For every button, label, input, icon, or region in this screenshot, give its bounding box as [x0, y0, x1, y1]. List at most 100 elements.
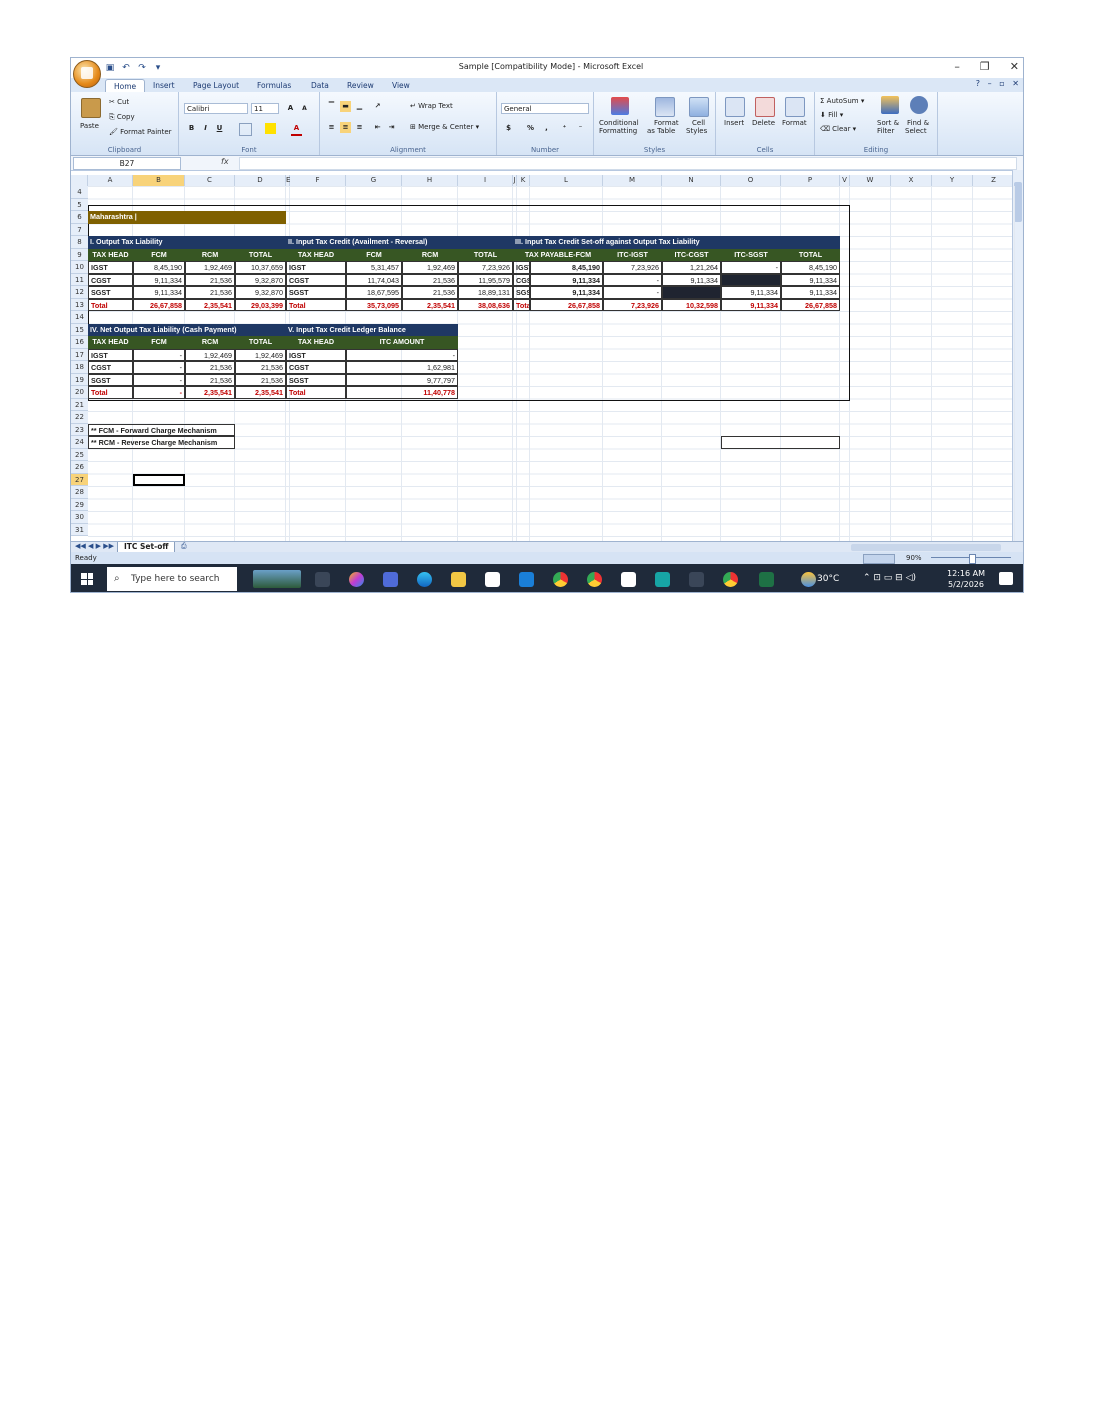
row-header[interactable]: 7	[71, 223, 88, 236]
t3-cell[interactable]: 9,11,334	[721, 298, 781, 311]
t1-cell[interactable]: 9,11,334	[133, 273, 185, 286]
t4-cell[interactable]: 2,35,541	[185, 386, 235, 399]
t5-cell[interactable]: 9,77,797	[346, 373, 458, 386]
column-header[interactable]: V	[840, 175, 850, 186]
chrome-icon[interactable]	[553, 572, 568, 587]
format-as-table-button[interactable]: Format	[654, 119, 679, 127]
increase-decimal-icon[interactable]: ⁺	[559, 123, 570, 134]
insert-sheet-icon[interactable]: ⎙	[181, 542, 187, 551]
clear-button[interactable]: ⌫ Clear ▾	[820, 125, 856, 133]
column-header[interactable]: D	[235, 175, 286, 186]
align-top-icon[interactable]: ▔	[326, 101, 337, 112]
row-header[interactable]: 23	[71, 423, 88, 436]
t1-cell[interactable]: 9,32,870	[235, 286, 286, 299]
bold-button[interactable]: B	[186, 123, 197, 134]
t2-cell[interactable]: 18,67,595	[346, 286, 402, 299]
t1-cell[interactable]: 8,45,190	[133, 261, 185, 274]
cell-styles-icon[interactable]	[689, 97, 709, 117]
t4-cell[interactable]: 2,35,541	[235, 386, 286, 399]
copilot-icon[interactable]	[349, 572, 364, 587]
column-header[interactable]: Z	[973, 175, 1015, 186]
row-header[interactable]: 5	[71, 198, 88, 211]
weather-temperature[interactable]: 30°C	[817, 574, 839, 584]
t2-cell[interactable]: SGST	[286, 286, 346, 299]
row-header[interactable]: 21	[71, 398, 88, 411]
t2-title[interactable]: II. Input Tax Credit (Availment - Revers…	[286, 236, 513, 249]
close-icon[interactable]: ✕	[1010, 60, 1019, 73]
name-box[interactable]: B27	[73, 157, 181, 170]
help-icon[interactable]: ?	[976, 79, 980, 88]
t1-header[interactable]: TOTAL	[235, 248, 286, 261]
t1-cell[interactable]: CGST	[88, 273, 133, 286]
t2-cell[interactable]: 21,536	[402, 273, 458, 286]
t4-header[interactable]: TOTAL	[235, 336, 286, 349]
chrome-alt-icon[interactable]	[723, 572, 738, 587]
t3-title[interactable]: III. Input Tax Credit Set-off against Ou…	[513, 236, 840, 249]
row-header[interactable]: 9	[71, 248, 88, 261]
format-as-table-icon[interactable]	[655, 97, 675, 117]
t4-cell[interactable]: -	[133, 348, 185, 361]
customize-qat-icon[interactable]: ▾	[153, 63, 163, 73]
borders-icon[interactable]	[239, 123, 252, 136]
row-header[interactable]: 6	[71, 211, 88, 224]
currency-button[interactable]: $	[503, 123, 514, 134]
column-header[interactable]: A	[88, 175, 133, 186]
note-fcm[interactable]: ** FCM - Forward Charge Mechanism	[88, 423, 235, 436]
font-color-icon[interactable]: A	[291, 123, 302, 136]
row-header[interactable]: 30	[71, 511, 88, 524]
t3-cell[interactable]: CGST	[513, 273, 530, 286]
t2-cell[interactable]: Total	[286, 298, 346, 311]
t4-cell[interactable]: -	[133, 361, 185, 374]
row-header[interactable]: 20	[71, 386, 88, 399]
t4-cell[interactable]: Total	[88, 386, 133, 399]
tab-data[interactable]: Data	[303, 79, 337, 92]
t4-header[interactable]: TAX HEAD	[88, 336, 133, 349]
t3-cell[interactable]: Total	[513, 298, 530, 311]
row-header[interactable]: 15	[71, 323, 88, 336]
t1-header[interactable]: TAX HEAD	[88, 248, 133, 261]
paste-button[interactable]: Paste	[80, 122, 99, 130]
t3-cell[interactable]: 8,45,190	[781, 261, 840, 274]
horizontal-scrollbar[interactable]	[851, 544, 1001, 551]
row-header[interactable]: 29	[71, 498, 88, 511]
vertical-scroll-thumb[interactable]	[1014, 182, 1022, 222]
edge-icon[interactable]	[417, 572, 432, 587]
italic-button[interactable]: I	[200, 123, 211, 134]
format-cells-icon[interactable]	[785, 97, 805, 117]
t3-cell[interactable]: 9,11,334	[721, 286, 781, 299]
wrap-text-button[interactable]: ↵ Wrap Text	[410, 102, 453, 110]
t1-header[interactable]: FCM	[133, 248, 185, 261]
formula-input[interactable]	[239, 157, 1017, 170]
t4-cell[interactable]: 1,92,469	[235, 348, 286, 361]
search-highlight-image[interactable]	[253, 570, 301, 588]
conditional-formatting-button-2[interactable]: Formatting	[599, 127, 637, 135]
t1-cell[interactable]: 2,35,541	[185, 298, 235, 311]
t2-cell[interactable]: CGST	[286, 273, 346, 286]
t3-header[interactable]: ITC-IGST	[603, 248, 662, 261]
task-view-icon[interactable]	[315, 572, 330, 587]
active-cell-b27[interactable]	[133, 473, 185, 486]
tab-page-layout[interactable]: Page Layout	[185, 79, 247, 92]
t2-cell[interactable]: 11,95,579	[458, 273, 513, 286]
t3-cell[interactable]: 7,23,926	[603, 298, 662, 311]
row-header[interactable]: 12	[71, 286, 88, 299]
t5-cell[interactable]: IGST	[286, 348, 346, 361]
ribbon-minimize-icon[interactable]: –	[988, 79, 992, 88]
column-header[interactable]: L	[530, 175, 603, 186]
row-header[interactable]: 22	[71, 411, 88, 424]
row-header[interactable]: 4	[71, 186, 88, 199]
empty-bordered-cell[interactable]	[721, 436, 840, 449]
t1-cell[interactable]: SGST	[88, 286, 133, 299]
cell-styles-button-2[interactable]: Styles	[686, 127, 707, 135]
align-middle-icon[interactable]: ▬	[340, 101, 351, 112]
t5-header[interactable]: TAX HEAD	[286, 336, 346, 349]
tab-home[interactable]: Home	[105, 79, 146, 93]
t5-header[interactable]: ITC AMOUNT	[346, 336, 458, 349]
font-name-select[interactable]: Calibri	[184, 103, 248, 114]
row-header[interactable]: 8	[71, 236, 88, 249]
teams-icon[interactable]	[383, 572, 398, 587]
row-header[interactable]: 14	[71, 311, 88, 324]
row-header[interactable]: 25	[71, 448, 88, 461]
t2-cell[interactable]: 21,536	[402, 286, 458, 299]
state-label[interactable]: Maharashtra |	[88, 211, 286, 224]
